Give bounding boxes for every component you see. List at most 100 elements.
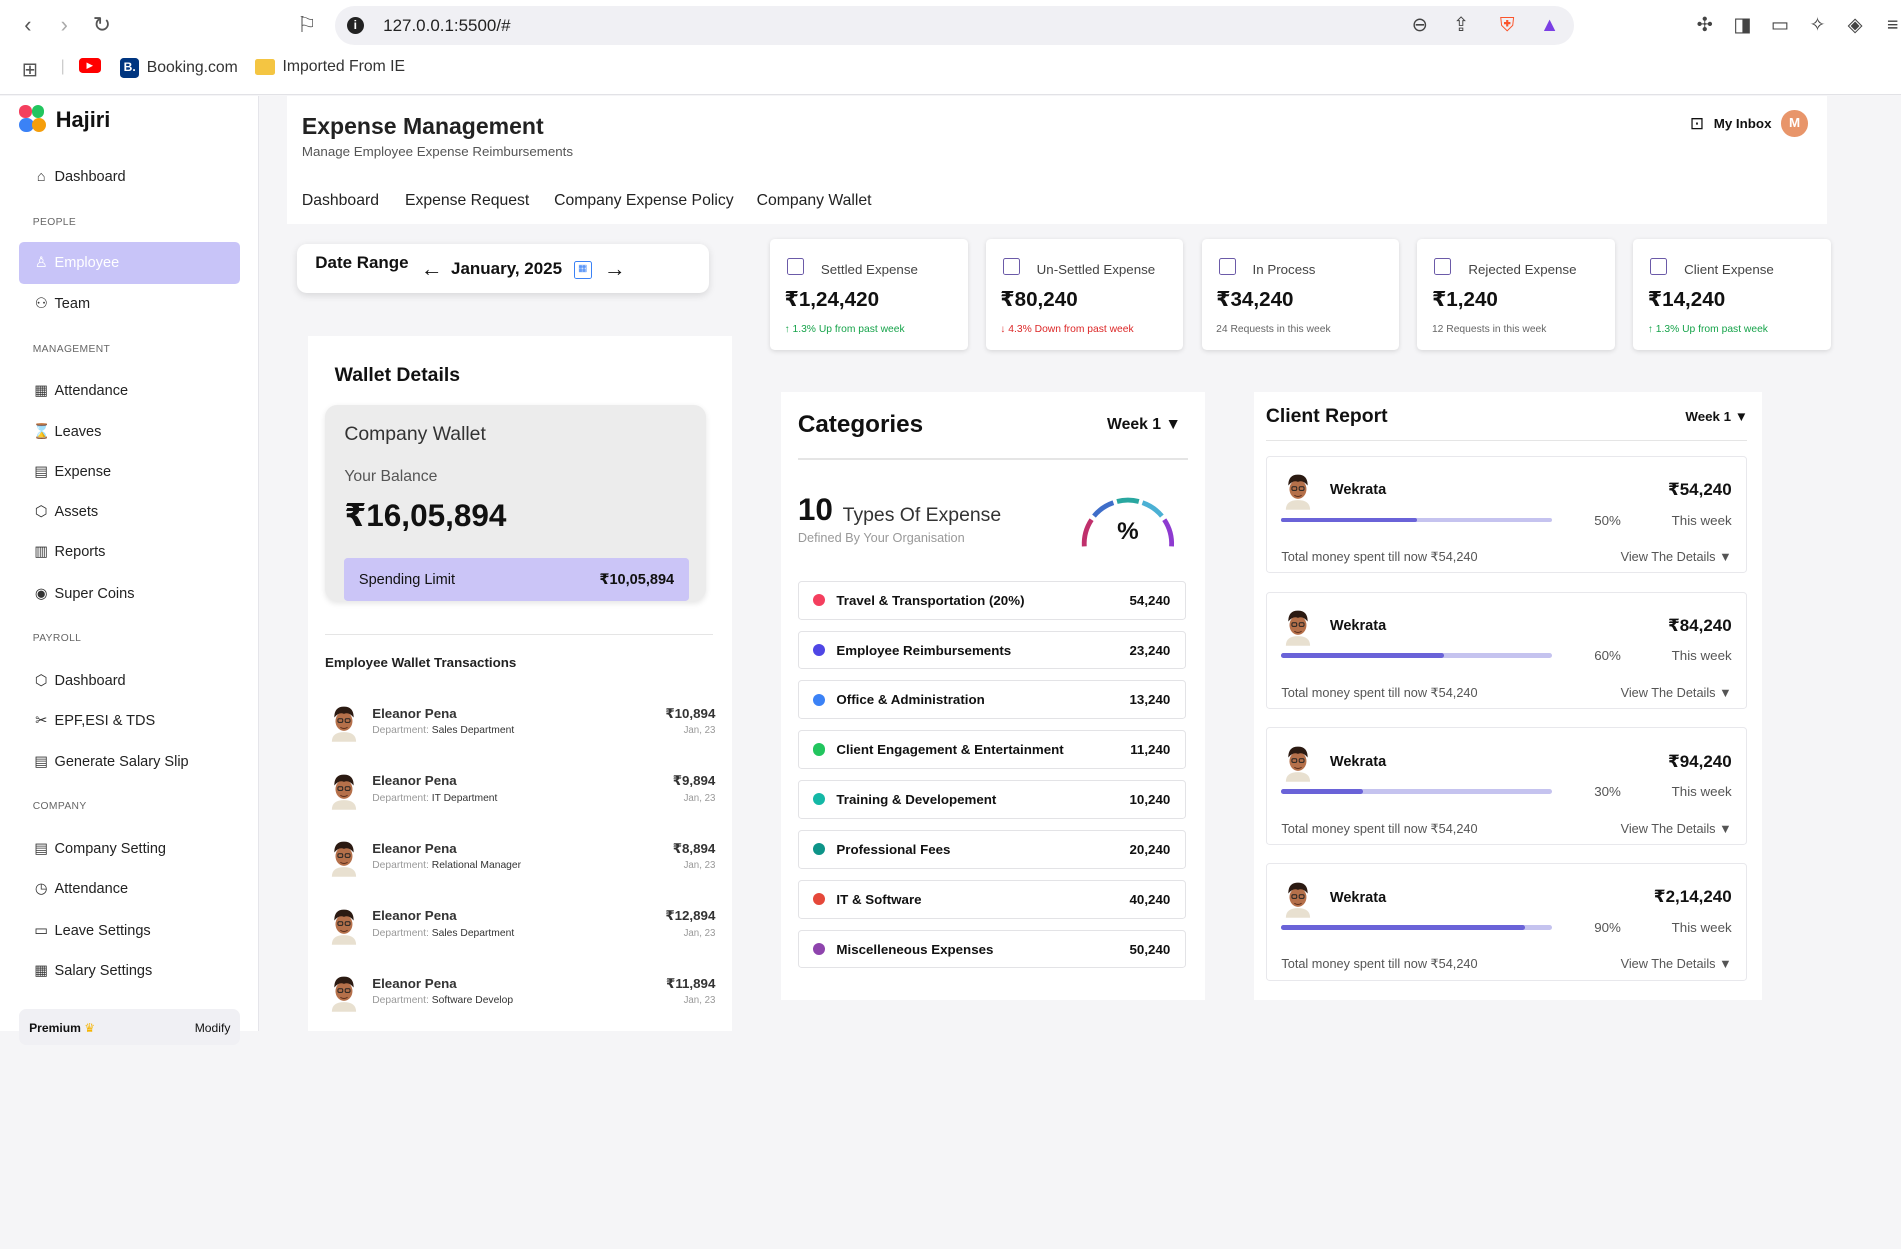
- sidebar-item-team[interactable]: ⚇ Team: [33, 296, 90, 312]
- youtube-bookmark[interactable]: ▶: [78, 58, 101, 73]
- sidebar-item-attendance[interactable]: ▦ Attendance: [33, 383, 128, 399]
- forward-icon[interactable]: ›: [51, 12, 78, 39]
- view-details-link[interactable]: View The Details ▼: [1621, 821, 1732, 836]
- sidebar-item-supercoins[interactable]: ◉ Super Coins: [33, 586, 135, 602]
- progress-fill: [1281, 517, 1417, 523]
- extensions-icon[interactable]: ✣: [1691, 12, 1718, 39]
- category-row[interactable]: Travel & Transportation (20%) 54,240: [797, 580, 1186, 620]
- stat-card[interactable]: Client Expense ₹14,240 ↑ 1.3% Up from past…: [1633, 238, 1831, 351]
- premium-banner[interactable]: Premium ♛ Modify: [19, 1008, 241, 1046]
- avatar-face-icon: [1286, 610, 1311, 647]
- stat-card[interactable]: Settled Expense ₹1,24,420 ↑ 1.3% Up from p…: [769, 238, 968, 351]
- booking-bookmark[interactable]: B. Booking.com: [120, 58, 238, 78]
- avatar[interactable]: M: [1781, 110, 1808, 137]
- menu-icon[interactable]: ≡: [1879, 12, 1901, 39]
- rewards-icon[interactable]: ▲: [1536, 12, 1563, 39]
- sidebar-item-leave-settings[interactable]: ▭ Leave Settings: [33, 923, 150, 939]
- total-spent: Total money spent till now ₹54,240: [1281, 549, 1478, 565]
- tab-expense-request[interactable]: Expense Request: [405, 192, 529, 210]
- category-row[interactable]: Professional Fees 20,240: [797, 829, 1186, 869]
- category-row[interactable]: Office & Administration 13,240: [797, 680, 1186, 720]
- progress-fill: [1281, 789, 1363, 794]
- share-icon[interactable]: ⇪: [1448, 12, 1475, 39]
- transaction-row[interactable]: Eleanor Pena Department: Sales Department…: [327, 703, 715, 752]
- back-icon[interactable]: ‹: [15, 12, 42, 39]
- reload-icon[interactable]: ↻: [89, 12, 116, 39]
- calendar-icon[interactable]: ▦: [573, 260, 592, 279]
- coin-icon: ◉: [34, 585, 48, 602]
- transaction-date: Jan, 23: [683, 725, 716, 737]
- category-row[interactable]: IT & Software 40,240: [797, 879, 1186, 919]
- category-label: Miscelleneous Expenses: [836, 941, 994, 957]
- employee-department: Department: Relational Manager: [372, 860, 522, 872]
- inbox-button[interactable]: ⊡ My Inbox M: [1690, 110, 1808, 137]
- this-week-label: This week: [1671, 920, 1732, 936]
- sidebar-item-salary-settings[interactable]: ▦ Salary Settings: [33, 963, 152, 979]
- progress-percent: 30%: [1594, 784, 1621, 800]
- modify-link[interactable]: Modify: [195, 1021, 231, 1035]
- apps-icon[interactable]: ⊞: [22, 58, 38, 82]
- avatar-face-icon: [332, 706, 357, 743]
- stat-value: ₹14,240: [1647, 288, 1726, 312]
- stat-title: Rejected Expense: [1468, 261, 1577, 277]
- folder-icon: [254, 59, 276, 76]
- category-row[interactable]: Miscelleneous Expenses 50,240: [797, 929, 1186, 969]
- sidebar-item-assets[interactable]: ⬡ Assets: [33, 504, 98, 520]
- transaction-row[interactable]: Eleanor Pena Department: IT Department ₹9,…: [327, 771, 715, 820]
- prev-arrow-icon[interactable]: ←: [421, 256, 443, 282]
- stat-note: ↑ 1.3% Up from past week: [784, 323, 905, 335]
- category-dot-icon: [813, 942, 826, 955]
- sidebar: Hajiri ⌂ Dashboard PEOPLE ♙ Employee ⚇ Team…: [0, 95, 260, 1046]
- inbox-icon: ⊡: [1689, 113, 1705, 133]
- leaves-icon: ⌛: [32, 424, 51, 441]
- wallet-icon[interactable]: ▭: [1767, 12, 1794, 39]
- transaction-amount: ₹12,894: [665, 908, 716, 924]
- sidebar-toggle-icon[interactable]: ◨: [1729, 12, 1756, 39]
- tab-dashboard[interactable]: Dashboard: [302, 192, 379, 210]
- leo-ai-icon[interactable]: ✧: [1804, 12, 1831, 39]
- url-text[interactable]: 127.0.0.1:5500/#: [383, 16, 510, 36]
- category-label: Travel & Transportation (20%): [836, 592, 1025, 608]
- imported-folder[interactable]: Imported From IE: [254, 58, 405, 76]
- bookmark-icon[interactable]: ⚐: [293, 12, 320, 39]
- browser-chrome: ‹ › ↻ ⚐ i 127.0.0.1:5500/# ⊖ ⇪ ⛨ ▲ ✣ ◨ ▭…: [0, 0, 1901, 95]
- vpn-icon[interactable]: ◈: [1842, 12, 1869, 39]
- tab-company-wallet[interactable]: Company Wallet: [757, 192, 872, 210]
- sidebar-item-dashboard[interactable]: ⌂ Dashboard: [33, 169, 126, 185]
- category-row[interactable]: Training & Developement 10,240: [797, 780, 1186, 819]
- category-row[interactable]: Client Engagement & Entertainment 11,240: [797, 730, 1186, 770]
- sidebar-item-leaves[interactable]: ⌛ Leaves: [32, 423, 102, 441]
- sidebar-item-payroll-dashboard[interactable]: ⬡ Dashboard: [33, 673, 126, 689]
- sidebar-item-company-setting[interactable]: ▤ Company Setting: [33, 841, 166, 857]
- view-details-link[interactable]: View The Details ▼: [1621, 549, 1732, 564]
- sidebar-item-salary-slip[interactable]: ▤ Generate Salary Slip: [33, 754, 188, 770]
- sidebar-item-epf[interactable]: ✂ EPF,ESI & TDS: [33, 713, 155, 729]
- site-info-icon[interactable]: i: [346, 16, 364, 34]
- progress-bar: [1281, 653, 1552, 659]
- zoom-icon[interactable]: ⊖: [1406, 12, 1433, 39]
- sidebar-item-expense[interactable]: ▤ Expense: [33, 464, 111, 480]
- transaction-row[interactable]: Eleanor Pena Department: Software Develop…: [327, 973, 715, 1022]
- category-row[interactable]: Employee Reimbursements 23,240: [797, 630, 1186, 670]
- transaction-amount: ₹9,894: [672, 773, 716, 789]
- stat-value: ₹34,240: [1216, 288, 1294, 312]
- brave-shield-icon[interactable]: ⛨: [1494, 12, 1521, 39]
- stat-card[interactable]: Rejected Expense ₹1,240 12 Requests in thi…: [1417, 238, 1616, 351]
- address-bar[interactable]: i 127.0.0.1:5500/# ⊖ ⇪ ⛨ ▲: [334, 6, 1574, 45]
- transaction-row[interactable]: Eleanor Pena Department: Relational Manag…: [327, 838, 715, 887]
- view-details-link[interactable]: View The Details ▼: [1621, 685, 1732, 700]
- week-dropdown[interactable]: Week 1 ▼: [1107, 416, 1181, 434]
- sidebar-item-employee[interactable]: ♙ Employee: [19, 242, 241, 284]
- logo[interactable]: Hajiri: [19, 105, 110, 134]
- sidebar-item-reports[interactable]: ▥ Reports: [33, 544, 105, 560]
- next-arrow-icon[interactable]: →: [604, 256, 626, 282]
- box-icon: ⬡: [34, 672, 48, 689]
- stat-card[interactable]: In Process ₹34,240 24 Requests in this wee…: [1201, 238, 1400, 351]
- view-details-link[interactable]: View The Details ▼: [1621, 956, 1732, 971]
- sidebar-item-company-attendance[interactable]: ◷ Attendance: [33, 881, 128, 897]
- transaction-row[interactable]: Eleanor Pena Department: Sales Department…: [327, 906, 715, 955]
- client-week-dropdown[interactable]: Week 1 ▼: [1685, 409, 1748, 424]
- section-management: MANAGEMENT: [32, 344, 111, 356]
- stat-card[interactable]: Un-Settled Expense ₹80,240 ↓ 4.3% Down fro…: [985, 238, 1184, 351]
- tab-company-expense-policy[interactable]: Company Expense Policy: [554, 192, 733, 210]
